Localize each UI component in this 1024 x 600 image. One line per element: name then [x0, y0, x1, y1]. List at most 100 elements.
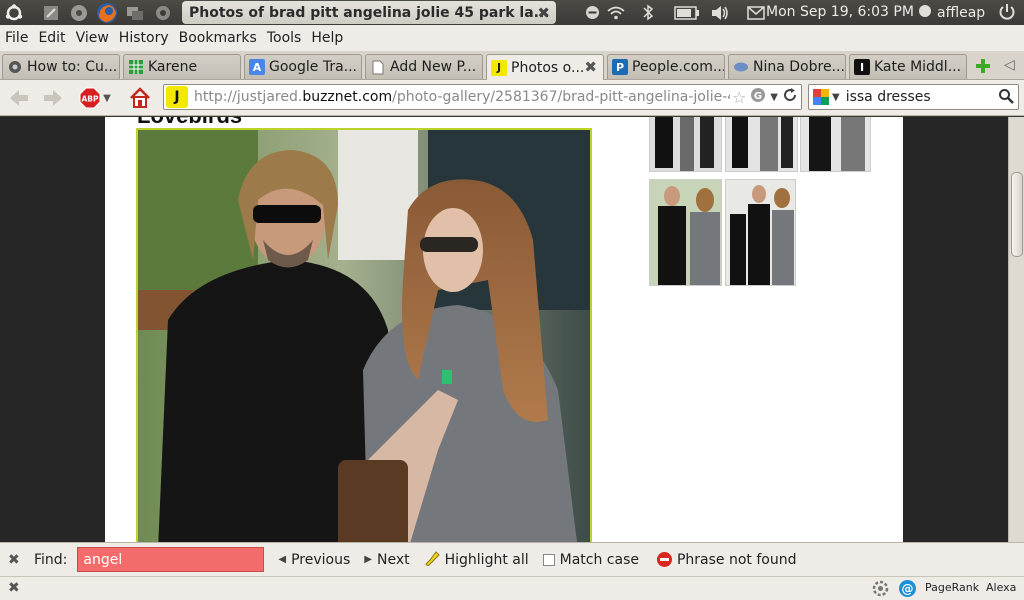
gallery-thumbnail[interactable] — [649, 179, 722, 286]
tab-photos[interactable]: J Photos o... ✖ — [486, 54, 604, 80]
search-bar[interactable]: ▼ issa dresses — [808, 84, 1019, 110]
gallery-thumbnail[interactable] — [725, 179, 796, 286]
power-icon[interactable] — [998, 3, 1016, 25]
menu-history[interactable]: History — [119, 30, 169, 46]
tab-label: People.com... — [632, 59, 725, 75]
tab-label: Nina Dobre... — [753, 59, 845, 75]
tab-add-new-post[interactable]: Add New P... — [365, 54, 483, 79]
page-scrollbar[interactable] — [1008, 117, 1024, 542]
page-viewport[interactable]: Lovebirds — [0, 117, 1008, 542]
at-icon[interactable]: @ — [899, 580, 916, 597]
tab-people[interactable]: P People.com... — [607, 54, 725, 79]
google-icon[interactable] — [813, 89, 829, 105]
status-bar: ✖ @ PageRank Alexa — [0, 576, 1024, 600]
match-case-checkbox[interactable] — [542, 553, 555, 566]
bookmark-star-icon[interactable]: ☆ — [732, 88, 746, 107]
menu-help[interactable]: Help — [311, 30, 343, 46]
url-dropdown-icon[interactable]: ▼ — [770, 92, 778, 103]
highlighter-icon — [424, 550, 440, 570]
wifi-icon[interactable] — [604, 0, 628, 25]
close-findbar-icon[interactable]: ✖ — [8, 552, 22, 568]
menu-tools[interactable]: Tools — [267, 30, 302, 46]
match-case-toggle[interactable]: Match case — [542, 552, 639, 568]
new-tab-icon[interactable] — [970, 55, 996, 77]
mail-icon[interactable] — [744, 0, 768, 25]
gallery-thumbnail[interactable] — [649, 117, 722, 172]
chat-icon[interactable] — [124, 2, 146, 24]
tab-scroll-right-icon[interactable]: ◁ — [1004, 57, 1015, 73]
gear-icon[interactable] — [152, 2, 174, 24]
svg-text:ABP: ABP — [81, 95, 99, 104]
close-statusbar-icon[interactable]: ✖ — [8, 580, 20, 596]
tab-how-to[interactable]: How to: Cu... — [2, 54, 120, 79]
clock[interactable]: Mon Sep 19, 6:03 PM — [766, 4, 914, 20]
next-arrow-icon: ▶ — [364, 554, 372, 565]
forward-icon[interactable] — [40, 85, 66, 111]
url-bar-buttons: ☆ G ▼ — [729, 85, 801, 109]
url-prefix: http://justjared. — [194, 89, 303, 105]
find-previous-label: Previous — [291, 551, 351, 568]
menu-file[interactable]: File — [5, 30, 28, 46]
page-icon — [370, 59, 386, 75]
find-input[interactable]: angel — [77, 547, 265, 572]
user-icon — [918, 4, 932, 22]
gear-icon — [7, 59, 23, 75]
tab-label: Kate Middl... — [874, 59, 962, 75]
reload-icon[interactable] — [782, 87, 798, 107]
search-icon[interactable] — [998, 88, 1014, 108]
url-bar[interactable]: J http://justjared. buzznet.com/photo-gal… — [163, 84, 802, 110]
bluetooth-icon[interactable] — [636, 0, 660, 25]
pagerank-label[interactable]: PageRank — [925, 581, 979, 594]
url-path: /photo-gallery/2581367/brad-pitt-angelin… — [392, 89, 768, 105]
find-next-button[interactable]: ▶ Next — [364, 552, 409, 568]
system-tray — [580, 0, 768, 25]
find-previous-button[interactable]: ◀ Previous — [278, 552, 350, 568]
main-photo[interactable] — [136, 128, 592, 542]
justjared-icon: J — [491, 59, 507, 76]
search-engine-dropdown-icon[interactable]: ▼ — [832, 92, 840, 103]
tab-karene[interactable]: Karene — [123, 54, 241, 79]
tab-label: Karene — [148, 59, 198, 75]
menubar: File Edit View History Bookmarks Tools H… — [0, 25, 1024, 51]
gallery-thumbnail[interactable] — [725, 117, 798, 172]
pagerank-g-icon[interactable]: G — [750, 87, 766, 107]
close-tab-icon[interactable]: ✖ — [584, 58, 597, 76]
back-icon[interactable] — [6, 85, 32, 111]
battery-icon[interactable] — [670, 0, 704, 25]
tab-strip: How to: Cu... Karene A Google Tra... Add… — [0, 51, 1024, 80]
find-status: Phrase not found — [656, 552, 797, 568]
svg-text:G: G — [754, 91, 762, 102]
page-body: Lovebirds — [105, 117, 903, 542]
previous-arrow-icon: ◀ — [278, 554, 287, 565]
user-menu[interactable]: affleap — [918, 4, 985, 22]
find-bar: ✖ Find: angel ◀ Previous ▶ Next Highligh… — [0, 542, 1024, 576]
home-icon[interactable] — [127, 85, 153, 111]
edit-icon[interactable] — [40, 2, 62, 24]
firefox-icon[interactable] — [96, 2, 118, 24]
alexa-label[interactable]: Alexa — [986, 581, 1016, 594]
menu-view[interactable]: View — [76, 30, 109, 46]
gear-icon[interactable] — [872, 580, 889, 600]
stop-icon[interactable] — [580, 0, 604, 25]
adblock-dropdown-icon[interactable]: ▼ — [100, 85, 114, 111]
site-identity-icon[interactable]: J — [166, 86, 188, 108]
scrollbar-thumb[interactable] — [1011, 172, 1023, 257]
close-icon[interactable]: ✖ — [537, 4, 550, 22]
tab-label: Google Tra... — [269, 59, 357, 75]
top-panel: Photos of brad pitt angelina jolie 45 pa… — [0, 0, 1024, 25]
settings-icon[interactable] — [68, 2, 90, 24]
tab-kate[interactable]: I Kate Middl... — [849, 54, 967, 79]
translate-icon: A — [249, 59, 265, 75]
username: affleap — [937, 5, 986, 21]
search-input[interactable]: issa dresses — [846, 89, 931, 105]
ubuntu-logo-icon[interactable] — [3, 2, 25, 24]
volume-icon[interactable] — [708, 0, 732, 25]
tab-nina[interactable]: Nina Dobre... — [728, 54, 846, 79]
window-title: Photos of brad pitt angelina jolie 45 pa… — [182, 1, 556, 24]
menu-bookmarks[interactable]: Bookmarks — [179, 30, 257, 46]
menu-edit[interactable]: Edit — [38, 30, 65, 46]
adblock-icon[interactable]: ABP — [78, 85, 102, 111]
tab-google-translate[interactable]: A Google Tra... — [244, 54, 362, 79]
highlight-all-button[interactable]: Highlight all — [424, 550, 529, 570]
gallery-thumbnail[interactable] — [800, 117, 871, 172]
